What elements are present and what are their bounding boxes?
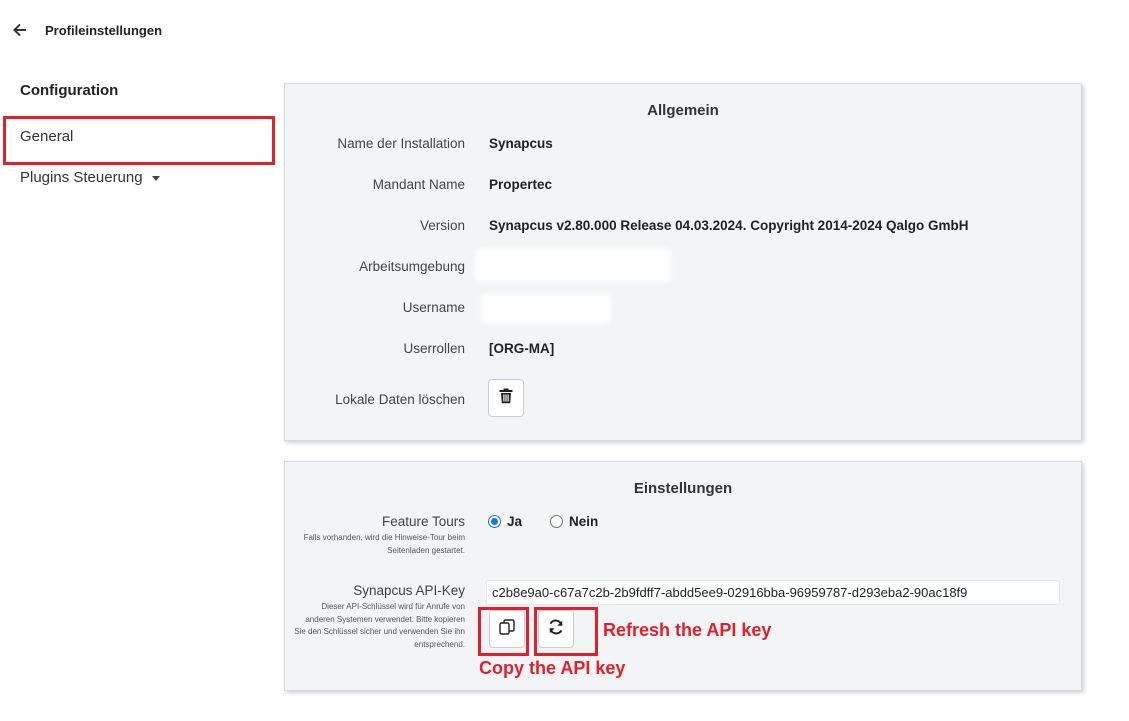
radio-ja[interactable] xyxy=(488,515,501,528)
feature-tours-label: Feature Tours xyxy=(381,514,465,529)
caret-down-icon xyxy=(151,176,160,181)
sidebar-item-plugins-steuerung[interactable]: Plugins Steuerung xyxy=(20,169,160,186)
arrow-left-icon[interactable] xyxy=(12,22,28,38)
feature-tours-option-nein[interactable]: Nein xyxy=(550,514,598,529)
highlight-refresh-button xyxy=(534,607,598,656)
general-panel: Allgemein Name der Installation Synapcus… xyxy=(284,83,1082,441)
api-key-help: Dieser API-Schlüssel wird für Anrufe von… xyxy=(294,602,465,649)
installation-name-value: Synapcus xyxy=(489,136,553,151)
page-header: Profileinstellungen xyxy=(12,22,162,38)
sidebar-item-label: Plugins Steuerung xyxy=(20,169,143,186)
page-title: Profileinstellungen xyxy=(45,22,163,38)
feature-tours-help: Falls vorhanden, wird die Hinweise-Tour … xyxy=(303,533,465,555)
feature-tours-option-ja[interactable]: Ja xyxy=(488,514,522,529)
annotation-refresh: Refresh the API key xyxy=(603,620,772,640)
radio-nein[interactable] xyxy=(550,515,564,528)
sidebar-heading: Configuration xyxy=(20,82,119,99)
redacted-arbeitsumgebung xyxy=(475,248,671,282)
settings-panel: Einstellungen Feature Tours Falls vorhan… xyxy=(284,461,1082,691)
panel-title: Einstellungen xyxy=(633,480,733,497)
feature-tours-radio-group: Ja Nein xyxy=(488,514,626,529)
userrollen-value: [ORG-MA] xyxy=(489,341,555,356)
api-key-field[interactable] xyxy=(486,580,1060,605)
highlight-general xyxy=(3,116,275,165)
userrollen-label: Userrollen xyxy=(403,341,465,356)
installation-name-label: Name der Installation xyxy=(337,136,465,151)
api-key-label: Synapcus API-Key xyxy=(353,583,465,598)
redacted-username xyxy=(481,294,611,324)
version-value: Synapcus v2.80.000 Release 04.03.2024. C… xyxy=(489,218,969,233)
highlight-copy-button xyxy=(478,607,529,656)
delete-local-data-button[interactable] xyxy=(488,379,524,417)
username-label: Username xyxy=(402,300,465,315)
annotation-copy: Copy the API key xyxy=(479,658,626,678)
mandant-name-label: Mandant Name xyxy=(372,177,465,192)
version-label: Version xyxy=(419,218,465,233)
arbeitsumgebung-label: Arbeitsumgebung xyxy=(359,259,465,274)
mandant-name-value: Propertec xyxy=(489,177,553,192)
trash-icon xyxy=(499,388,513,409)
panel-title: Allgemein xyxy=(647,102,719,119)
radio-nein-label: Nein xyxy=(569,514,599,529)
radio-ja-label: Ja xyxy=(507,514,523,529)
lokale-daten-loeschen-label: Lokale Daten löschen xyxy=(335,392,465,407)
